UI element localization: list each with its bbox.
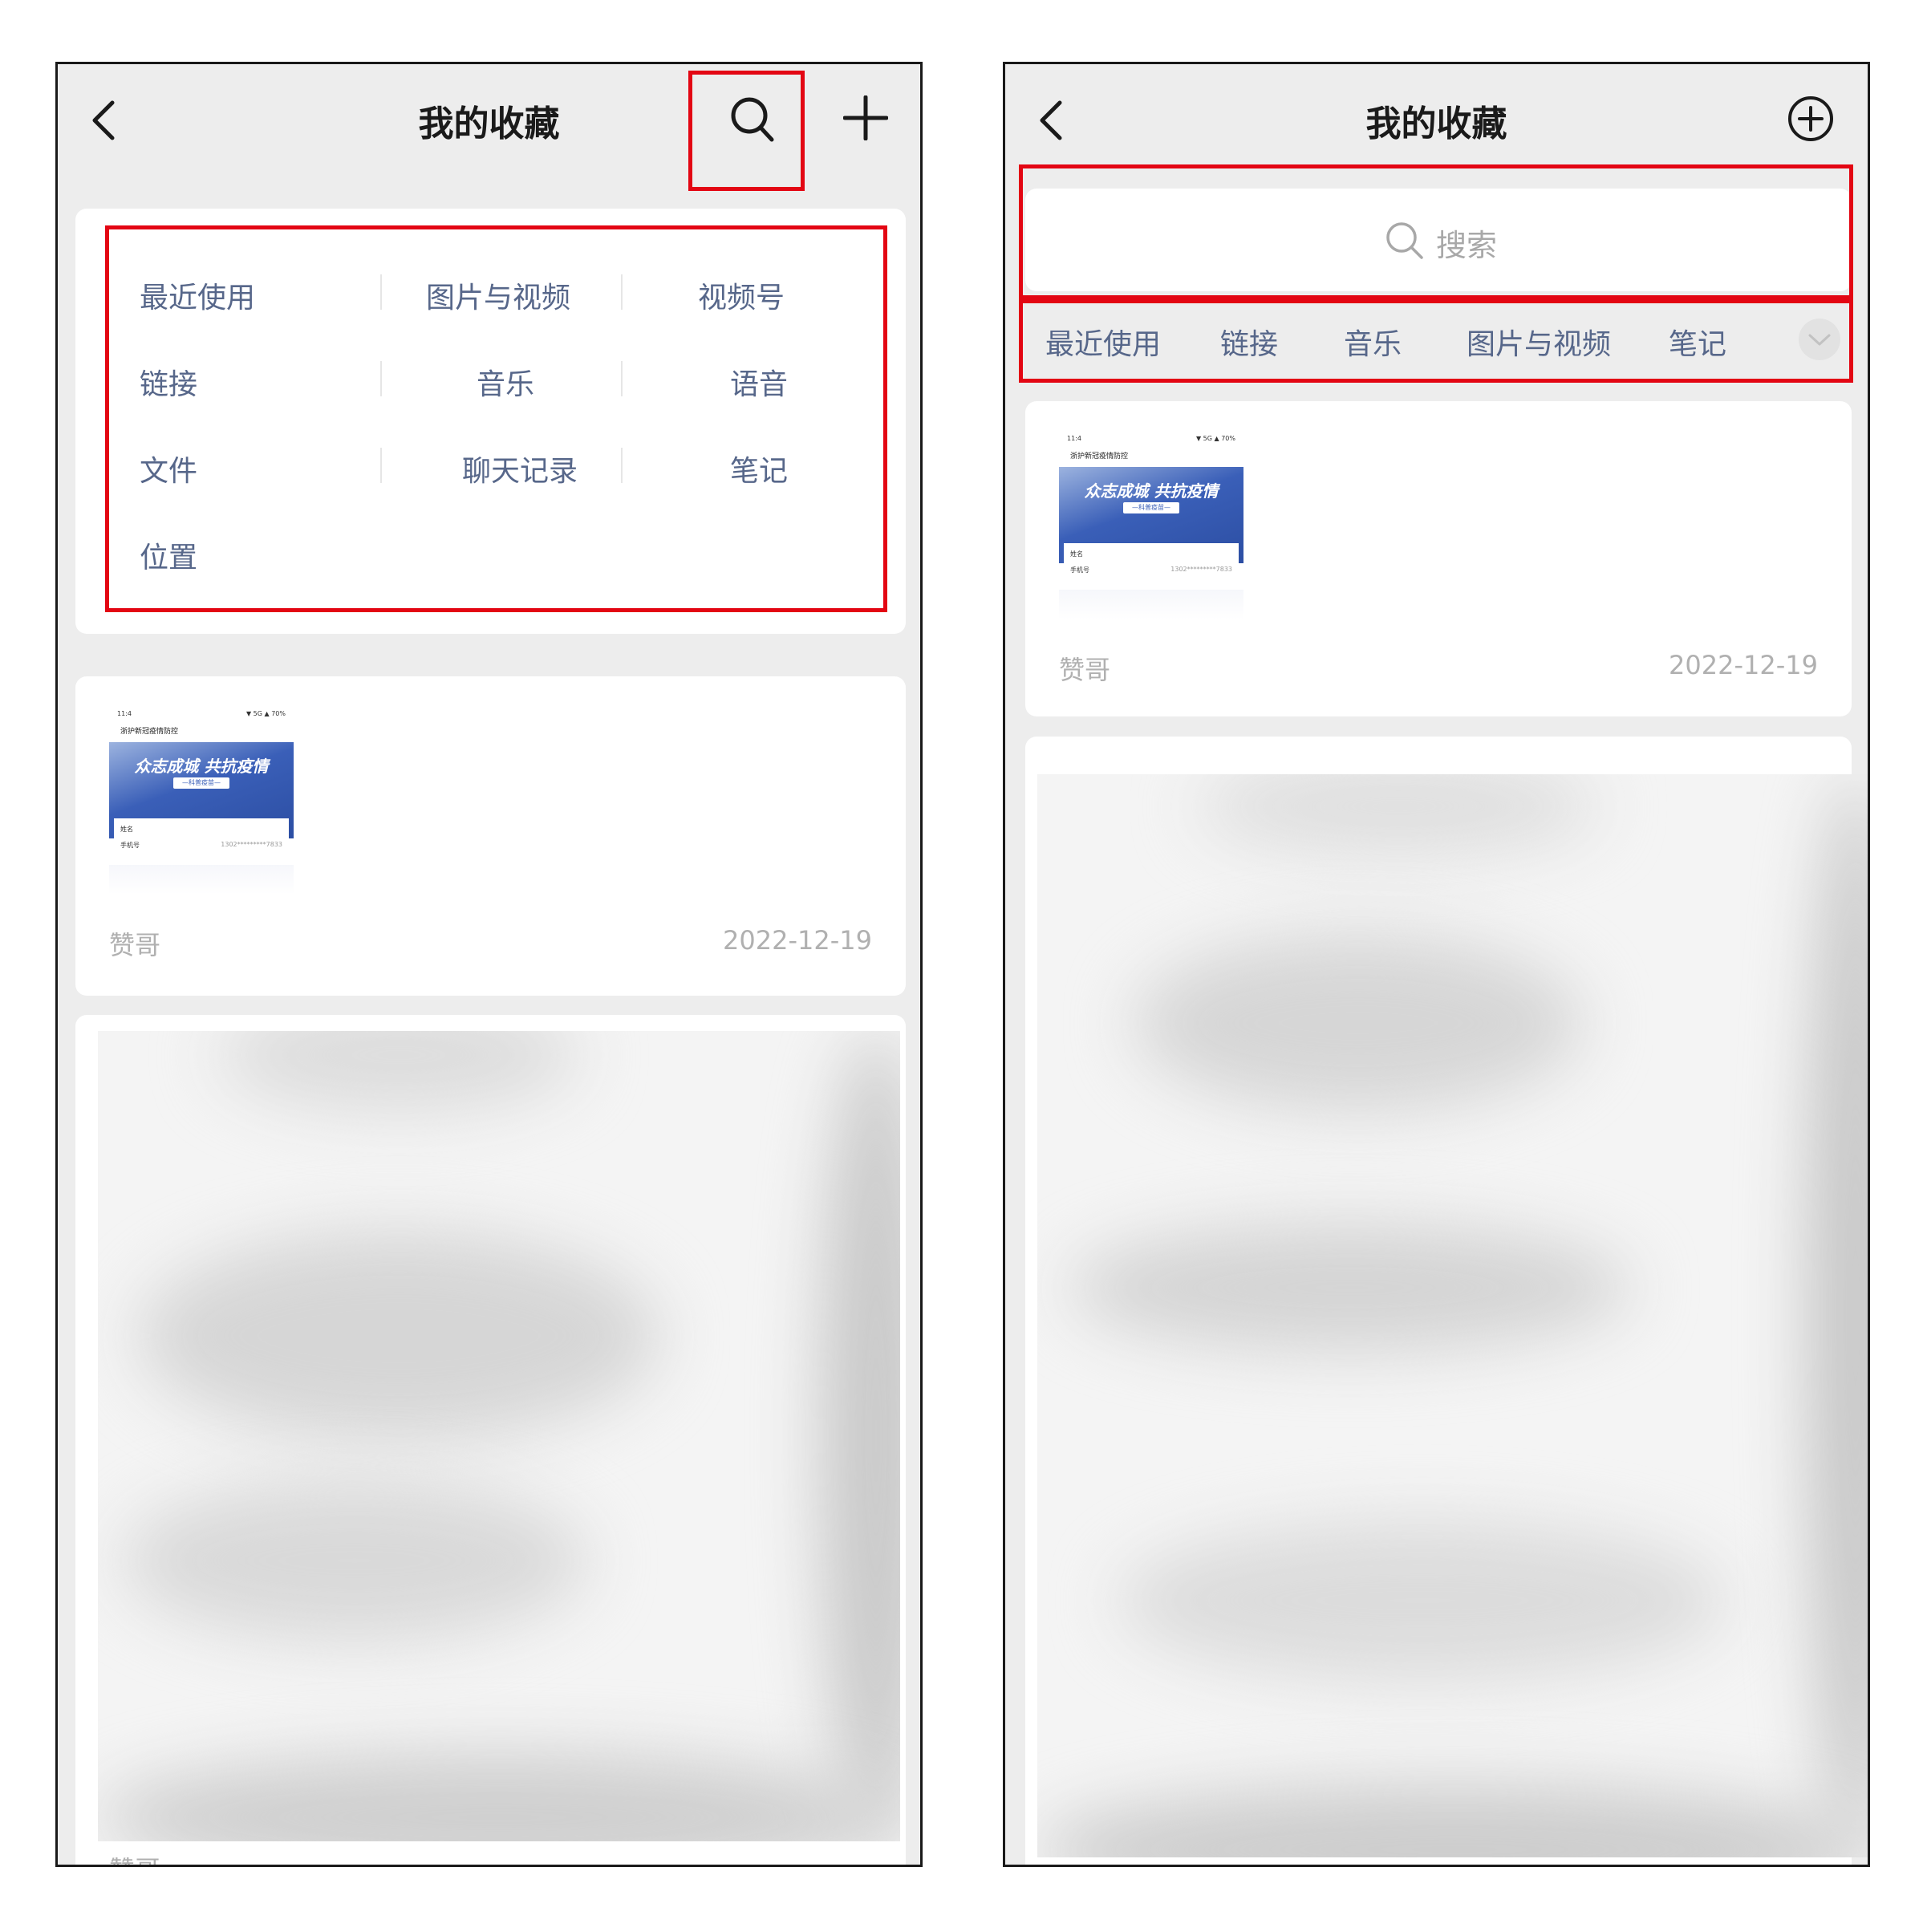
add-icon[interactable] (843, 95, 888, 140)
item-thumbnail: 11:4 ▼ 5G ▲ 70% 浙护新冠疫情防控 众志成城 共抗疫情 —科普疫苗… (1059, 435, 1243, 619)
top-bar: 我的收藏 (1005, 64, 1868, 170)
thumb-banner-title: 众志成城 共抗疫情 (1084, 481, 1219, 501)
thumb-banner-subtitle: —科普疫苗— (173, 777, 229, 789)
item-author: 赞哥 (109, 1850, 160, 1865)
thumb-nav-title: 浙护新冠疫情防控 (1070, 453, 1129, 461)
highlight-tab-bar (1019, 299, 1853, 383)
blurred-content (98, 1031, 900, 1841)
blur-blob (820, 1031, 900, 1841)
thumb-nav-title: 浙护新冠疫情防控 (120, 728, 179, 736)
highlight-search-bar (1019, 164, 1853, 299)
blur-blob (1118, 1520, 1727, 1681)
blurred-content (1037, 774, 1868, 1857)
thumb-field-name: 姓名 (1070, 550, 1083, 558)
page-title: 我的收藏 (1365, 104, 1507, 144)
blur-blob (1198, 774, 1599, 854)
item-author: 赞哥 (1059, 655, 1111, 685)
blur-blob (138, 1232, 659, 1440)
thumb-field-phone: 手机号 (1070, 566, 1089, 574)
item-thumbnail: 11:4 ▼ 5G ▲ 70% 浙护新冠疫情防控 众志成城 共抗疫情 —科普疫苗… (109, 710, 294, 895)
item-date: 2022-12-19 (1669, 650, 1818, 680)
phone-screen-right: 我的收藏 搜索 最近使用 链接 音乐 图片与视频 笔记 11:4 ▼ 5G ▲ … (1003, 62, 1870, 1867)
blur-blob (1037, 1785, 1868, 1857)
highlight-category-panel (105, 225, 887, 612)
favorite-item[interactable]: 11:4 ▼ 5G ▲ 70% 浙护新冠疫情防控 众志成城 共抗疫情 —科普疫苗… (1025, 401, 1852, 716)
blur-blob (122, 1480, 587, 1641)
blur-blob (1807, 774, 1868, 1857)
blur-blob (218, 1031, 579, 1111)
blur-blob (1069, 1224, 1631, 1352)
item-author: 赞哥 (109, 930, 161, 960)
thumb-banner-title: 众志成城 共抗疫情 (134, 757, 269, 776)
thumb-status-bar: 11:4 ▼ 5G ▲ 70% (1059, 435, 1243, 446)
thumb-field-phone-value: 1302*********7833 (1170, 566, 1232, 573)
thumb-status: ▼ 5G ▲ 70% (1195, 435, 1235, 442)
thumb-banner-subtitle: —科普疫苗— (1123, 502, 1179, 513)
thumb-status-bar: 11:4 ▼ 5G ▲ 70% (109, 710, 294, 721)
blur-blob (98, 1753, 900, 1841)
thumb-form: 姓名 手机号 1302*********7833 (1064, 543, 1239, 590)
thumb-nav: 浙护新冠疫情防控 (1059, 446, 1243, 467)
thumb-field-name: 姓名 (120, 826, 133, 833)
item-date: 2022-12-19 (723, 925, 872, 956)
phone-screen-left: 我的收藏 最近使用 图片与视频 视频号 链接 音乐 语音 文件 聊天记录 笔记 … (55, 62, 923, 1867)
thumb-time: 11:4 (1067, 435, 1081, 442)
thumb-field-phone-value: 1302*********7833 (221, 841, 282, 848)
thumb-time: 11:4 (117, 710, 132, 717)
thumb-fade (1059, 590, 1243, 619)
favorite-item[interactable]: 11:4 ▼ 5G ▲ 70% 浙护新冠疫情防控 众志成城 共抗疫情 —科普疫苗… (75, 676, 906, 996)
thumb-form: 姓名 手机号 1302*********7833 (114, 818, 289, 865)
thumb-nav: 浙护新冠疫情防控 (109, 721, 294, 742)
thumb-field-phone: 手机号 (120, 842, 140, 849)
add-circle-icon[interactable] (1787, 95, 1835, 143)
thumb-fade (109, 865, 294, 895)
blur-blob (1134, 935, 1583, 1111)
highlight-search-button (688, 71, 805, 191)
thumb-status: ▼ 5G ▲ 70% (245, 710, 286, 717)
